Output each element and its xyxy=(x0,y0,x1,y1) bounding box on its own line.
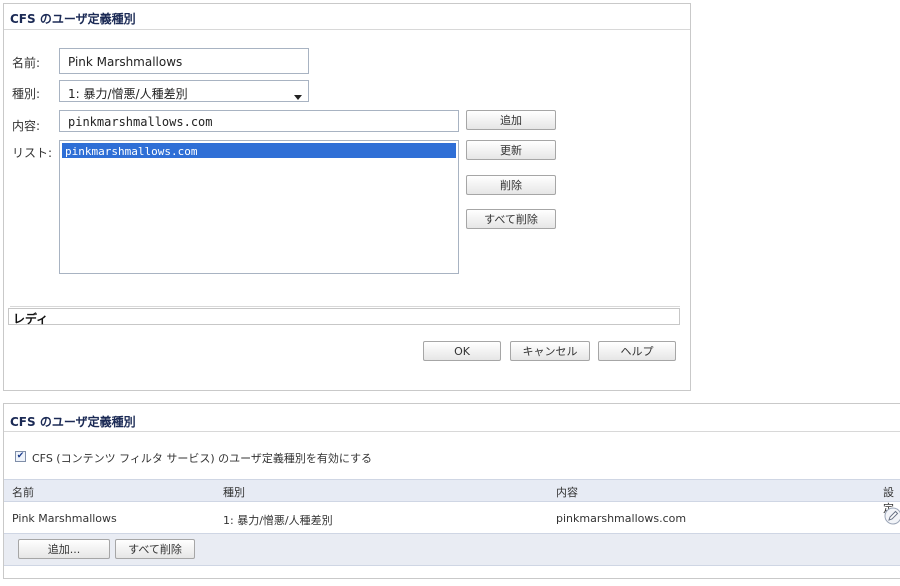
add-button[interactable]: 追加 xyxy=(466,110,556,130)
delete-all-button[interactable]: すべて削除 xyxy=(466,209,556,229)
status-divider xyxy=(10,306,680,307)
list-label: リスト: xyxy=(12,146,53,160)
cfs-user-category-section: CFS のユーザ定義種別 ✔ CFS (コンテンツ フィルタ サービス) のユー… xyxy=(3,403,900,579)
update-button[interactable]: 更新 xyxy=(466,140,556,160)
chevron-down-icon xyxy=(294,89,302,103)
help-button[interactable]: ヘルプ xyxy=(598,341,676,361)
cancel-button[interactable]: キャンセル xyxy=(510,341,590,361)
check-icon: ✔ xyxy=(16,451,25,461)
domain-listbox[interactable]: pinkmarshmallows.com xyxy=(59,140,459,274)
enable-label: CFS (コンテンツ フィルタ サービス) のユーザ定義種別を有効にする xyxy=(32,452,373,465)
row-category: 1: 暴力/憎悪/人種差別 xyxy=(223,514,333,527)
row-content: pinkmarshmallows.com xyxy=(556,512,687,525)
name-input-value: Pink Marshmallows xyxy=(68,55,183,69)
status-bar: レディ xyxy=(8,308,680,326)
table-footer: 追加... すべて削除 xyxy=(4,533,900,566)
category-select-value: 1: 暴力/憎悪/人種差別 xyxy=(68,87,188,101)
enable-checkbox[interactable]: ✔ xyxy=(15,451,26,462)
content-label: 内容: xyxy=(12,119,41,133)
table-header: 名前 種別 内容 設定 xyxy=(4,479,900,515)
list-item[interactable]: pinkmarshmallows.com xyxy=(62,143,456,158)
row-name: Pink Marshmallows xyxy=(12,512,117,525)
column-header-name: 名前 xyxy=(12,486,34,499)
column-header-category: 種別 xyxy=(223,486,245,499)
name-input[interactable]: Pink Marshmallows xyxy=(59,48,309,74)
delete-button[interactable]: 削除 xyxy=(466,175,556,195)
section-title: CFS のユーザ定義種別 xyxy=(10,415,136,429)
content-input-value: pinkmarshmallows.com xyxy=(68,115,213,129)
content-input[interactable]: pinkmarshmallows.com xyxy=(59,110,459,132)
dialog-title: CFS のユーザ定義種別 xyxy=(10,12,136,26)
edit-pencil-icon[interactable] xyxy=(884,507,900,528)
section-title-divider xyxy=(4,431,900,432)
title-divider xyxy=(4,29,690,30)
ok-button[interactable]: OK xyxy=(423,341,501,361)
table-row: Pink Marshmallows 1: 暴力/憎悪/人種差別 pinkmars… xyxy=(4,502,900,530)
category-select[interactable]: 1: 暴力/憎悪/人種差別 xyxy=(59,80,309,102)
category-label: 種別: xyxy=(12,87,41,101)
add-entry-button[interactable]: 追加... xyxy=(18,539,110,559)
cfs-user-category-dialog: CFS のユーザ定義種別 名前: Pink Marshmallows 種別: 1… xyxy=(3,3,691,391)
name-label: 名前: xyxy=(12,56,41,70)
delete-all-entries-button[interactable]: すべて削除 xyxy=(115,539,195,559)
column-header-content: 内容 xyxy=(556,486,578,499)
